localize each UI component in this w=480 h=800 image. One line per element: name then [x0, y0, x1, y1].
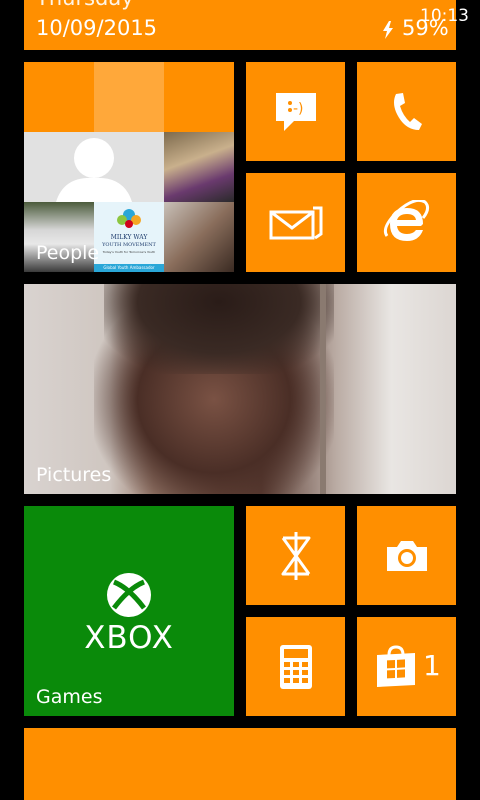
people-photo-5 — [164, 132, 234, 202]
xbox-sphere-icon — [107, 573, 151, 617]
badge-line2: YOUTH MOVEMENT — [102, 242, 156, 248]
badge-line1: MILKY WAY — [110, 234, 148, 241]
games-label: Games — [36, 686, 103, 708]
pictures-photo-hair — [104, 284, 334, 374]
people-photo-2 — [94, 62, 164, 132]
people-photo-4 — [24, 132, 164, 202]
calculator-icon — [279, 644, 312, 689]
calculator-tile[interactable] — [246, 617, 345, 716]
music-tile[interactable] — [246, 506, 345, 605]
lightning-icon — [383, 21, 393, 39]
people-photo-3 — [164, 62, 234, 132]
status-strip: Thursday 10/09/2015 59% — [24, 0, 456, 50]
people-photo-8 — [164, 202, 234, 272]
phone-icon — [393, 92, 422, 130]
camera-icon — [386, 540, 427, 571]
svg-text:-): -) — [293, 101, 304, 117]
xbox-logo-text: XBOX — [84, 620, 174, 656]
person-placeholder-icon — [56, 138, 132, 202]
date-text: 10/09/2015 — [36, 16, 158, 40]
message-smiley-icon: -) — [275, 92, 316, 131]
pictures-tile[interactable]: Pictures — [24, 284, 456, 494]
email-tile[interactable] — [246, 173, 345, 272]
bottom-tile[interactable] — [24, 728, 456, 800]
people-photo-1 — [24, 62, 94, 132]
day-text: Thursday — [36, 0, 134, 10]
zune-music-icon — [281, 531, 310, 580]
games-tile[interactable]: XBOX Games — [24, 506, 234, 716]
camera-tile[interactable] — [357, 506, 456, 605]
badge-line4: Global Youth Ambassador — [103, 265, 155, 270]
mail-icon — [269, 206, 322, 239]
store-tile[interactable]: 1 — [357, 617, 456, 716]
pictures-label: Pictures — [36, 464, 112, 486]
people-photo-7: MILKY WAY YOUTH MOVEMENT Today's Youth f… — [94, 202, 164, 272]
store-count-badge: 1 — [423, 649, 441, 682]
messaging-tile[interactable]: -) — [246, 62, 345, 161]
pictures-photo-pillar — [320, 284, 326, 494]
browser-tile[interactable] — [357, 173, 456, 272]
people-tile[interactable]: MILKY WAY YOUTH MOVEMENT Today's Youth f… — [24, 62, 234, 272]
internet-explorer-icon — [383, 199, 429, 241]
store-bag-icon — [377, 645, 415, 687]
badge-line3: Today's Youth for Tomorrow's Youth — [102, 250, 156, 254]
people-label: People — [36, 242, 100, 264]
clock-text: 10:13 — [420, 6, 469, 26]
phone-tile[interactable] — [357, 62, 456, 161]
